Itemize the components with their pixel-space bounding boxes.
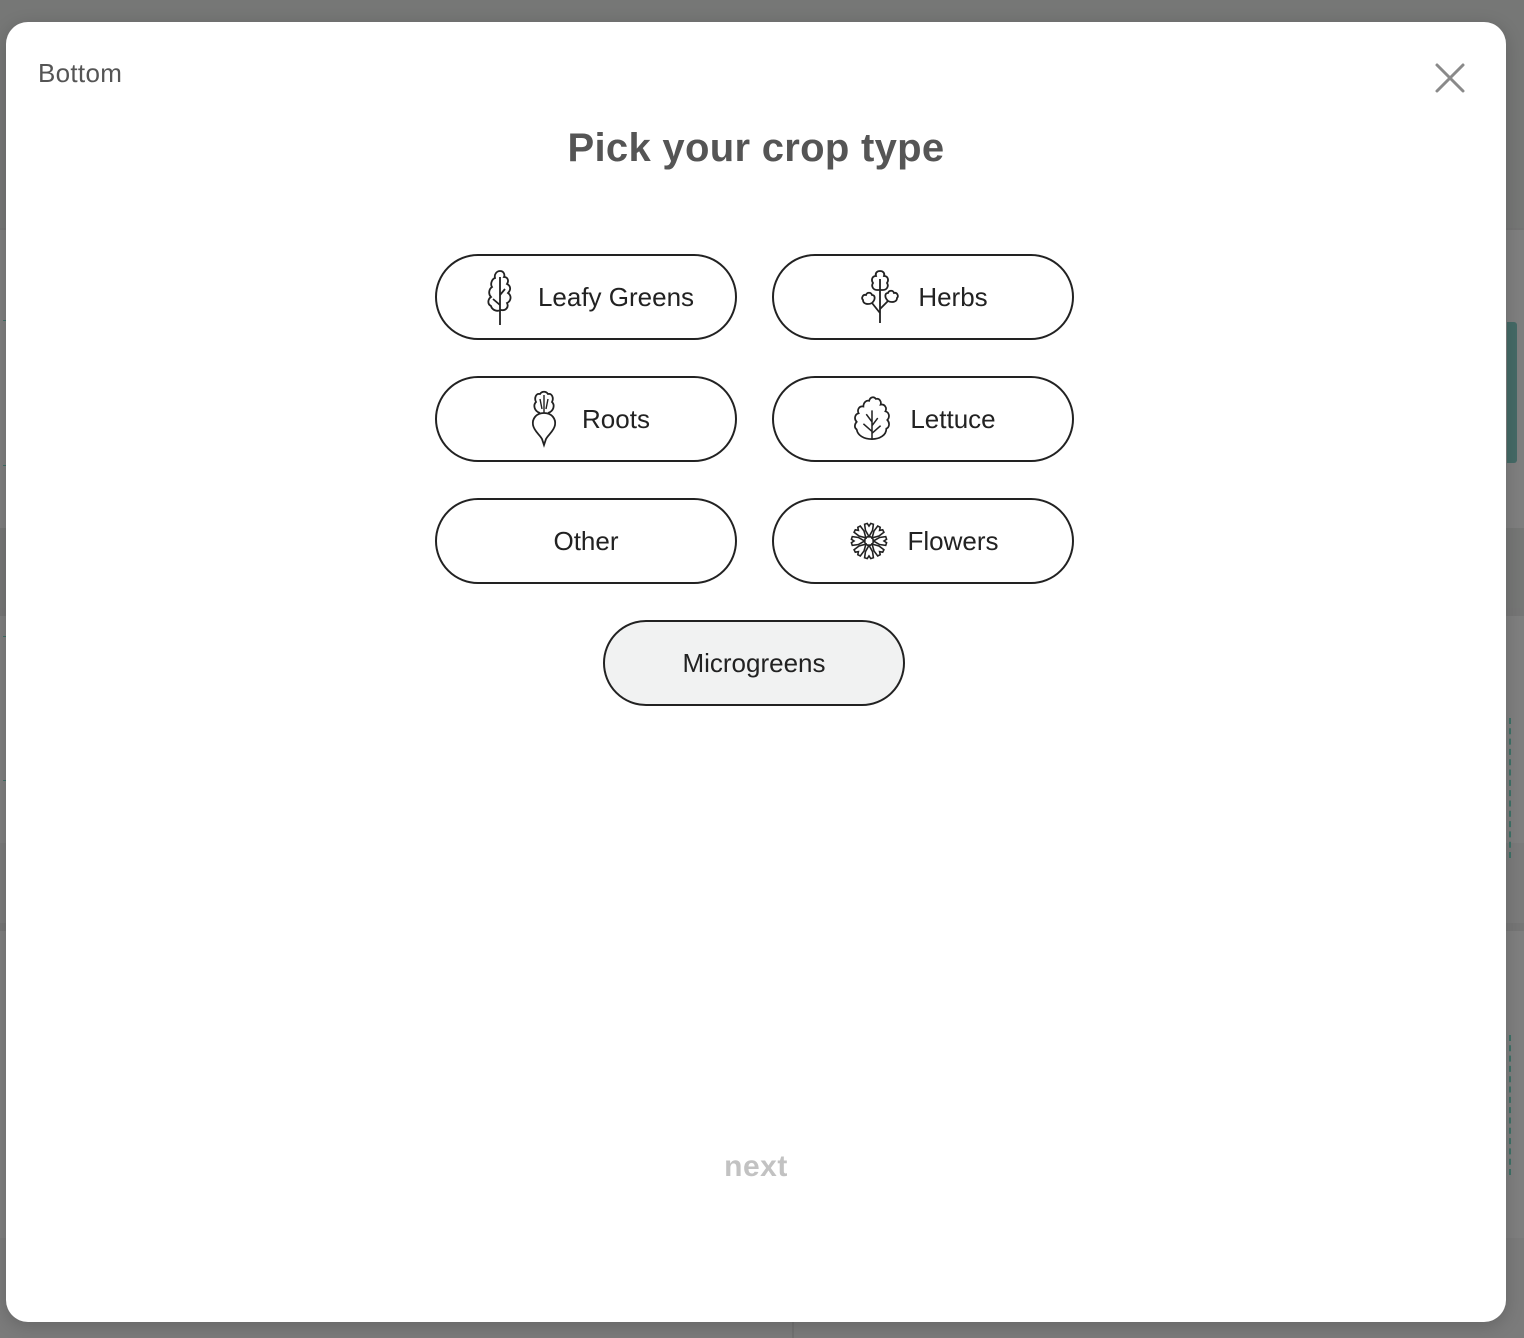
background-dashed-slot [1509, 718, 1523, 858]
option-lettuce[interactable]: Lettuce [772, 376, 1074, 462]
option-roots[interactable]: Roots [435, 376, 737, 462]
next-button[interactable]: next [6, 1150, 1506, 1184]
herbs-icon [858, 267, 902, 327]
close-icon [1435, 63, 1465, 93]
option-label: Herbs [918, 281, 988, 312]
crop-type-modal: Bottom Pick your crop type Leafy Greens [6, 22, 1506, 1322]
background-dashed-slot [1509, 1035, 1523, 1175]
flowers-icon [847, 511, 891, 571]
option-other[interactable]: Other [435, 498, 737, 584]
option-label: Microgreens [682, 647, 826, 678]
option-flowers[interactable]: Flowers [772, 498, 1074, 584]
option-label: Other [553, 525, 619, 556]
option-leafy-greens[interactable]: Leafy Greens [435, 254, 737, 340]
background-accent-bar [1507, 322, 1517, 463]
option-label: Flowers [907, 525, 999, 556]
leafy-greens-icon [478, 267, 522, 327]
option-herbs[interactable]: Herbs [772, 254, 1074, 340]
option-label: Leafy Greens [537, 281, 695, 312]
option-label: Roots [582, 403, 650, 434]
roots-icon [522, 389, 566, 449]
close-button[interactable] [1430, 58, 1470, 98]
lettuce-icon [850, 389, 894, 449]
modal-context-label: Bottom [38, 58, 123, 88]
option-microgreens[interactable]: Microgreens [603, 620, 905, 706]
option-label: Lettuce [910, 403, 996, 434]
page-title: Pick your crop type [567, 126, 945, 170]
